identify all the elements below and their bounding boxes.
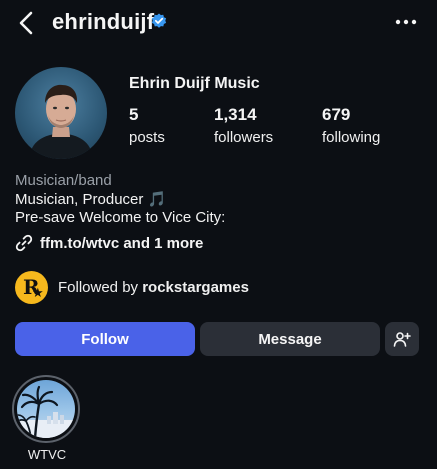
story-highlight[interactable]: WTVC (12, 375, 82, 462)
posts-count: 5 (129, 105, 139, 124)
highlight-cover-image (17, 380, 75, 438)
verified-badge-icon (151, 13, 167, 28)
bio-line: Pre-save Welcome to Vice City: (15, 209, 226, 226)
followed-by-text: Followed by rockstargames (58, 278, 249, 296)
profile-username: ehrinduijf (52, 9, 155, 34)
link-icon (15, 234, 33, 252)
chevron-left-icon[interactable] (14, 10, 40, 36)
followed-by-row[interactable]: R ★ Followed by rockstargames (15, 270, 249, 304)
profile-avatar[interactable] (15, 67, 107, 159)
add-person-icon (393, 332, 411, 347)
follow-button[interactable]: Follow (15, 322, 195, 356)
profile-header: ehrinduijf (0, 0, 437, 46)
highlight-label: WTVC (27, 447, 67, 462)
following-label: following (322, 129, 381, 146)
bio-link[interactable]: ffm.to/wtvc and 1 more (15, 233, 203, 253)
message-button[interactable]: Message (200, 322, 380, 356)
add-person-button[interactable] (385, 322, 419, 356)
followed-by-account: rockstargames (142, 278, 249, 296)
followers-count: 1,314 (214, 105, 257, 124)
bio-line: Musician, Producer 🎵 (15, 191, 167, 208)
rockstar-logo-icon: R ★ (15, 270, 48, 304)
followers-label: followers (214, 129, 274, 146)
avatar-portrait-image (29, 84, 93, 159)
followers-stat[interactable]: 1,314 followers (214, 105, 273, 146)
highlight-ring[interactable] (12, 375, 80, 443)
following-count: 679 (322, 105, 351, 124)
posts-label: posts (129, 129, 165, 146)
more-horizontal-icon[interactable] (393, 12, 419, 32)
posts-stat[interactable]: 5 posts (129, 105, 165, 146)
following-stat[interactable]: 679 following (322, 105, 380, 146)
profile-display-name: Ehrin Duijf Music (129, 75, 260, 92)
bio-link-text[interactable]: ffm.to/wtvc and 1 more (40, 235, 203, 252)
bio-category: Musician/band (15, 172, 112, 189)
